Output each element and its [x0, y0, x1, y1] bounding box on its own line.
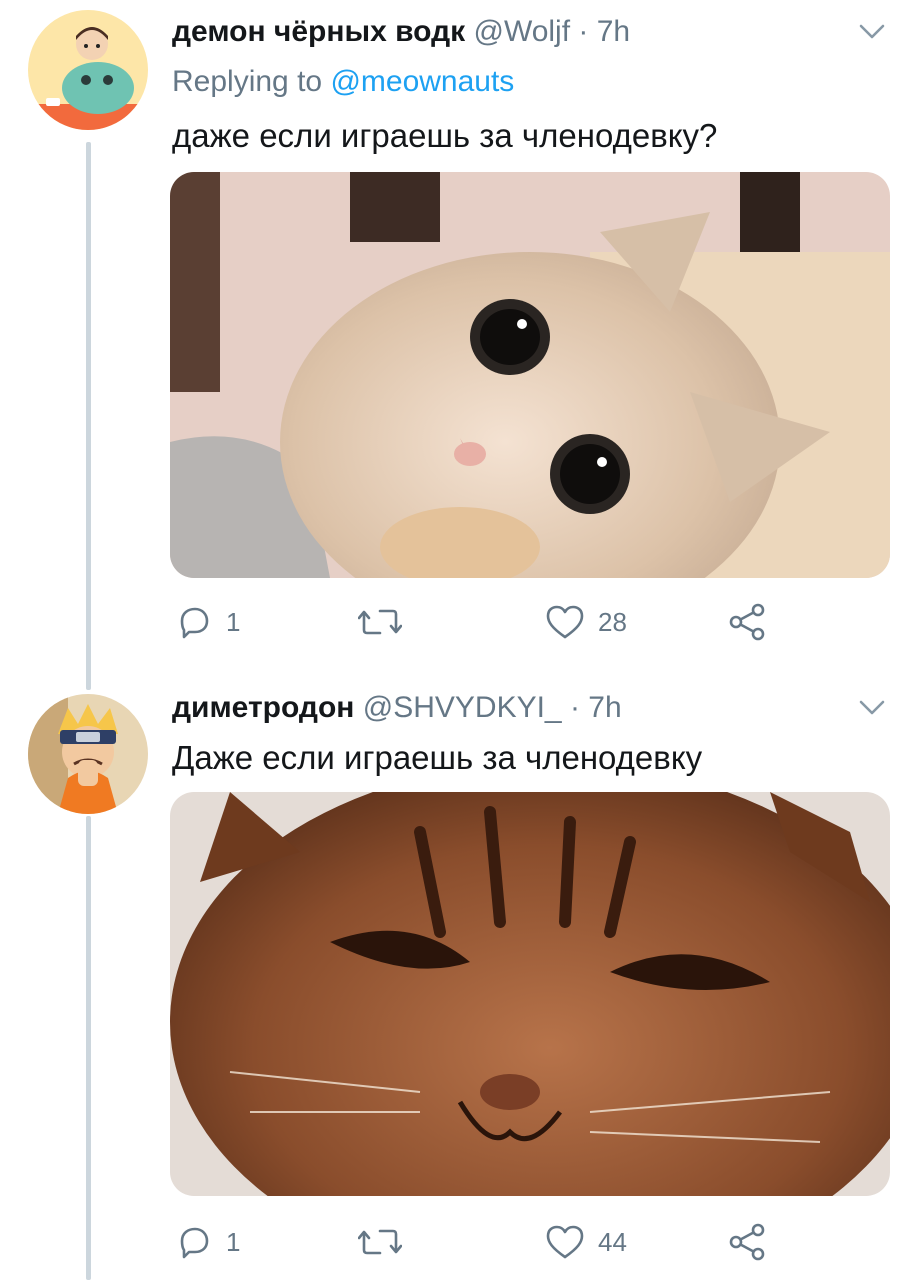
like-count: 28 [598, 606, 627, 637]
tweet-photo[interactable] [170, 792, 890, 1196]
share-button[interactable] [728, 1222, 768, 1262]
user-handle[interactable]: @Woljf [473, 15, 570, 48]
reply-count: 1 [226, 606, 241, 637]
reply-icon [180, 1227, 209, 1259]
share-icon [729, 603, 765, 641]
avatar-illustration [28, 10, 148, 130]
like-button[interactable]: 44 [546, 1224, 627, 1260]
retweet-icon [358, 609, 402, 635]
tweet-photo[interactable] [170, 172, 890, 578]
thread-line [86, 816, 91, 1280]
display-name[interactable]: демон чёрных водк [172, 15, 465, 48]
reply-count: 1 [226, 1226, 241, 1257]
separator: · [570, 15, 597, 48]
reply-icon [180, 607, 209, 639]
like-button[interactable]: 28 [546, 604, 627, 640]
retweet-icon [358, 1229, 402, 1255]
reply-button[interactable]: 1 [176, 1224, 240, 1260]
caret-down-icon[interactable] [858, 698, 886, 718]
caret-down-icon[interactable] [858, 22, 886, 42]
tweet-text: Даже если играешь за членодевку [172, 739, 703, 776]
user-handle[interactable]: @SHVYDKYI_ [363, 691, 562, 724]
like-icon [546, 605, 584, 639]
like-icon [546, 1225, 584, 1259]
cat-photo-image [170, 792, 890, 1196]
cat-photo-image [170, 172, 890, 578]
share-icon [729, 1223, 765, 1261]
separator: · [561, 691, 589, 724]
retweet-button[interactable] [358, 1226, 416, 1258]
thread-line [86, 142, 91, 690]
avatar-illustration [28, 694, 148, 814]
avatar[interactable] [28, 694, 148, 814]
avatar[interactable] [28, 10, 148, 130]
retweet-button[interactable] [358, 606, 416, 638]
like-count: 44 [598, 1226, 627, 1257]
reply-button[interactable]: 1 [176, 604, 240, 640]
display-name[interactable]: диметродон [172, 691, 354, 724]
reply-handle-link[interactable]: @meownauts [330, 65, 514, 98]
tweet-text: даже если играешь за членодевку? [172, 117, 718, 154]
timestamp[interactable]: 7h [588, 691, 621, 724]
share-button[interactable] [728, 602, 768, 642]
timestamp[interactable]: 7h [597, 15, 630, 48]
reply-prefix: Replying to [172, 65, 323, 98]
